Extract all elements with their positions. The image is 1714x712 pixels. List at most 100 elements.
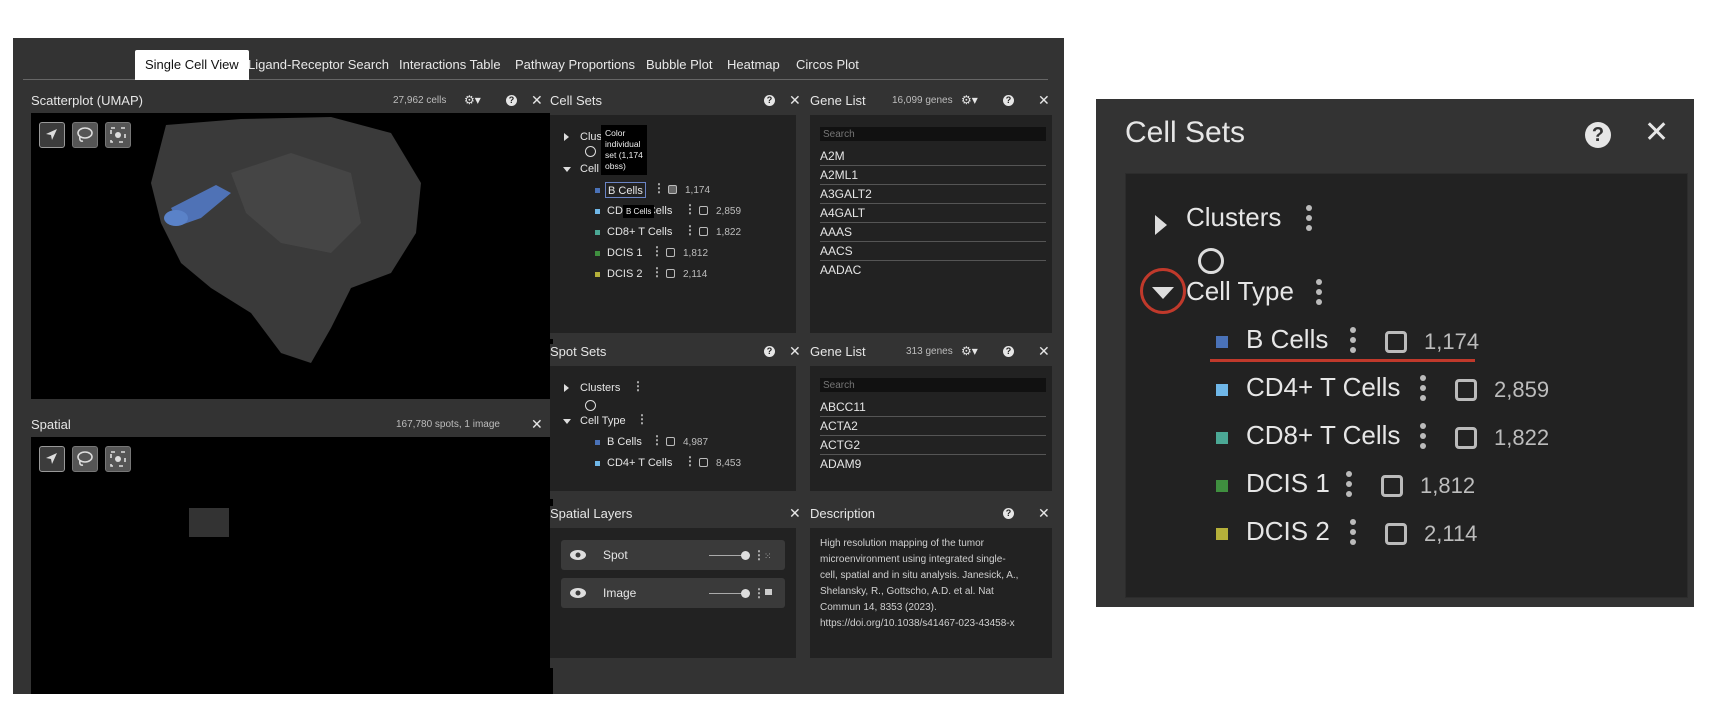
close-icon[interactable]: ✕ [531, 417, 543, 431]
gear-icon[interactable]: ⚙▾ [464, 94, 481, 106]
collapse-icon[interactable] [563, 167, 571, 172]
color-swatch[interactable] [595, 461, 600, 466]
set-label-cd8-t-cells[interactable]: CD8+ T Cells [1246, 420, 1400, 451]
recenter-icon[interactable] [105, 122, 131, 148]
help-icon[interactable]: ? [1003, 95, 1014, 106]
gene-row[interactable]: ACTG2 [820, 436, 1046, 455]
more-icon[interactable]: ⋮ [684, 224, 696, 236]
tab-bubble-plot[interactable]: Bubble Plot [636, 50, 723, 80]
tab-pathway-proportions[interactable]: Pathway Proportions [505, 50, 645, 80]
close-icon[interactable]: ✕ [1038, 344, 1050, 358]
gene-row[interactable]: AAAS [820, 223, 1046, 242]
tab-circos-plot[interactable]: Circos Plot [786, 50, 869, 80]
set-label-cd4-t-cells[interactable]: CD4+ T Cells [1246, 372, 1400, 403]
opacity-slider[interactable] [709, 593, 745, 594]
description-link[interactable]: https://doi.org/10.1038/s41467-023-43458… [820, 616, 1052, 632]
collapse-icon[interactable] [1152, 287, 1174, 299]
more-icon[interactable] [1346, 471, 1352, 501]
color-swatch[interactable] [595, 272, 600, 277]
spatial-canvas[interactable] [31, 437, 553, 694]
more-icon[interactable] [1306, 205, 1312, 235]
more-icon[interactable]: ⋮ [651, 434, 663, 446]
close-icon[interactable]: ✕ [789, 344, 801, 358]
slider-handle[interactable] [741, 589, 750, 598]
eye-icon[interactable] [569, 548, 587, 562]
close-icon[interactable]: ✕ [1644, 116, 1669, 150]
color-swatch[interactable] [1216, 432, 1228, 444]
more-icon[interactable]: ⋮ [653, 182, 665, 194]
color-swatch[interactable] [1216, 336, 1228, 348]
more-icon[interactable] [1316, 279, 1322, 309]
scatterplot-canvas[interactable] [31, 113, 553, 399]
recenter-icon[interactable] [105, 446, 131, 472]
color-swatch[interactable] [595, 251, 600, 256]
set-label-dcis-1[interactable]: DCIS 1 [1246, 468, 1330, 499]
more-icon[interactable]: ⋮ [753, 587, 765, 599]
more-icon[interactable] [1420, 423, 1426, 453]
select-pointer-icon[interactable] [39, 122, 65, 148]
more-icon[interactable]: ⋮ [651, 266, 663, 278]
set-checkbox[interactable] [666, 437, 675, 446]
set-label-dcis-2[interactable]: DCIS 2 [1246, 516, 1330, 547]
clusters-label[interactable]: Clusters [580, 380, 620, 396]
color-swatch[interactable] [1216, 384, 1228, 396]
tab-ligand-receptor-search[interactable]: Ligand-Receptor Search [238, 50, 399, 80]
expand-icon[interactable] [564, 133, 569, 141]
set-label-b-cells[interactable]: B Cells [607, 434, 642, 450]
close-icon[interactable]: ✕ [789, 93, 801, 107]
more-icon[interactable]: ⋮ [651, 245, 663, 257]
set-checkbox[interactable] [666, 248, 675, 257]
more-icon[interactable] [1350, 519, 1356, 549]
cell-type-label[interactable]: Cell Type [580, 413, 626, 429]
more-icon[interactable] [1350, 327, 1356, 357]
collapse-icon[interactable] [563, 419, 571, 424]
set-checkbox[interactable] [1385, 331, 1407, 353]
color-swatch[interactable] [595, 230, 600, 235]
more-icon[interactable]: ⋮ [684, 203, 696, 215]
gene-search-input[interactable] [820, 127, 1046, 141]
gear-icon[interactable]: ⚙▾ [961, 94, 978, 106]
set-checkbox[interactable] [699, 206, 708, 215]
tab-interactions-table[interactable]: Interactions Table [389, 50, 511, 80]
close-icon[interactable]: ✕ [531, 93, 543, 107]
gene-row[interactable]: A2ML1 [820, 166, 1046, 185]
help-icon[interactable]: ? [1003, 346, 1014, 357]
lasso-icon[interactable] [72, 122, 98, 148]
gene-row[interactable]: AACS [820, 242, 1046, 261]
gene-row[interactable]: A3GALT2 [820, 185, 1046, 204]
cell-type-label[interactable]: Cell Type [1186, 276, 1294, 307]
select-pointer-icon[interactable] [39, 446, 65, 472]
set-label-b-cells[interactable]: B Cells [605, 182, 646, 198]
gene-row[interactable]: ADAM9 [820, 455, 1046, 474]
tab-single-cell-view[interactable]: Single Cell View [135, 50, 249, 80]
set-label-b-cells[interactable]: B Cells [1246, 324, 1328, 355]
set-checkbox[interactable] [1455, 379, 1477, 401]
tab-heatmap[interactable]: Heatmap [717, 50, 790, 80]
gene-row[interactable]: A2M [820, 147, 1046, 166]
lasso-icon[interactable] [72, 446, 98, 472]
set-label-cd4-t-cells[interactable]: CD4+ T Cells [607, 455, 672, 471]
more-icon[interactable]: ⋮ [636, 413, 648, 425]
gear-icon[interactable]: ⚙▾ [961, 345, 978, 357]
expand-icon[interactable] [1155, 215, 1167, 235]
gene-row[interactable]: AADAC [820, 261, 1046, 280]
gene-row[interactable]: A4GALT [820, 204, 1046, 223]
slider-handle[interactable] [741, 551, 750, 560]
set-label-cd8-t-cells[interactable]: CD8+ T Cells [607, 224, 672, 240]
more-icon[interactable] [1420, 375, 1426, 405]
help-icon[interactable]: ? [506, 95, 517, 106]
close-icon[interactable]: ✕ [1038, 93, 1050, 107]
help-icon[interactable]: ? [1585, 122, 1611, 148]
color-swatch[interactable] [595, 209, 600, 214]
clusters-label[interactable]: Clusters [1186, 202, 1281, 233]
more-icon[interactable]: ⋮ [632, 380, 644, 392]
color-swatch[interactable] [595, 440, 600, 445]
more-icon[interactable]: ⋮ [684, 455, 696, 467]
gene-search-input[interactable] [820, 378, 1046, 392]
color-swatch[interactable] [1216, 480, 1228, 492]
close-icon[interactable]: ✕ [789, 506, 801, 520]
color-swatch[interactable] [1216, 528, 1228, 540]
help-icon[interactable]: ? [764, 95, 775, 106]
gene-row[interactable]: ACTA2 [820, 417, 1046, 436]
set-checkbox[interactable] [699, 458, 708, 467]
